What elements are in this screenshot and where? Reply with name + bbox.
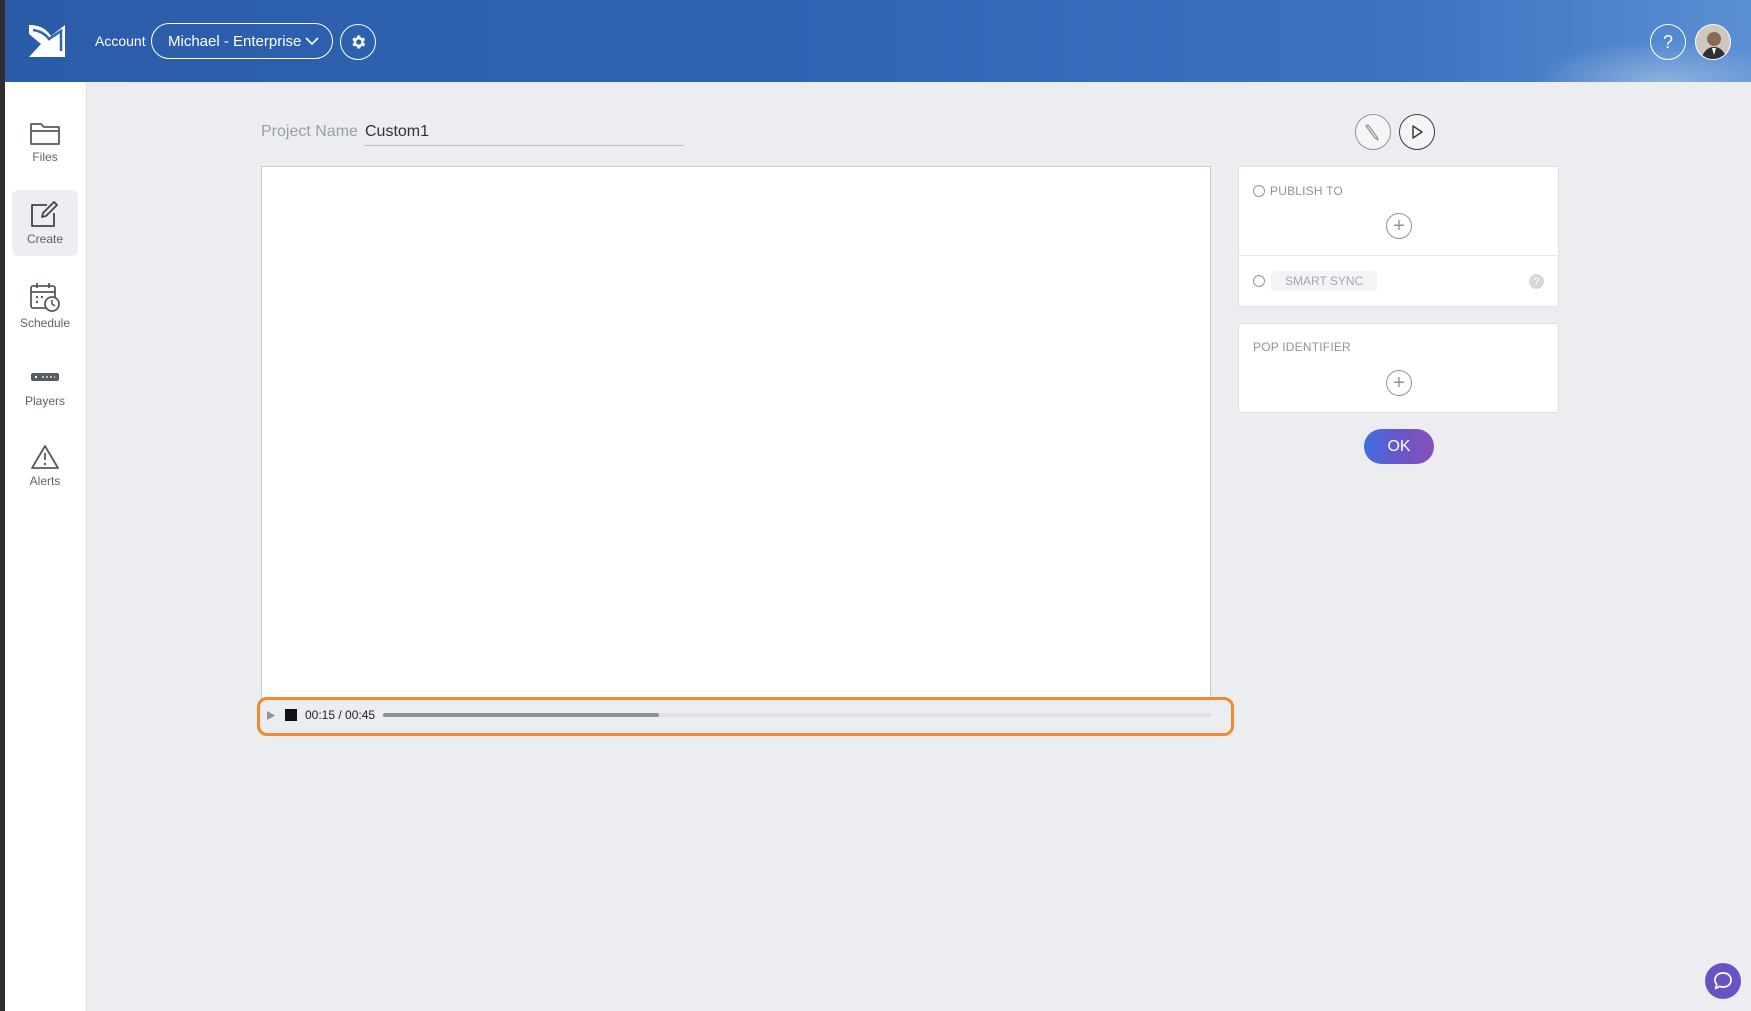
- plus-icon: +: [1393, 372, 1405, 394]
- account-select-value: Michael - Enterprise: [168, 32, 302, 50]
- publish-to-radio[interactable]: [1253, 185, 1265, 197]
- player-play-button[interactable]: [264, 708, 278, 722]
- sidebar-item-create[interactable]: Create: [12, 190, 78, 256]
- calendar-clock-icon: [30, 283, 60, 312]
- player-stop-button[interactable]: [285, 709, 297, 721]
- media-player-bar: 00:15 / 00:45: [261, 703, 1211, 727]
- player-device-icon: [31, 373, 59, 381]
- user-avatar[interactable]: [1695, 24, 1731, 60]
- player-progress-fill: [383, 713, 659, 717]
- preview-play-button[interactable]: [1399, 114, 1435, 150]
- plus-icon: +: [1393, 215, 1405, 237]
- add-publish-target-button[interactable]: +: [1386, 213, 1412, 239]
- publish-panel: PUBLISH TO + SMART SYNC ?: [1238, 166, 1559, 307]
- ok-button[interactable]: OK: [1364, 429, 1434, 464]
- account-select[interactable]: Michael - Enterprise: [151, 23, 333, 59]
- play-triangle-icon: [267, 710, 275, 720]
- warning-icon: [31, 445, 59, 469]
- panel-divider: [1239, 255, 1558, 256]
- settings-button[interactable]: [340, 24, 376, 60]
- smart-sync-help-label: ?: [1533, 275, 1540, 288]
- sidebar-item-players[interactable]: Players: [12, 354, 78, 420]
- app-frame: Account Michael - Enterprise ? Files Cre…: [5, 0, 1751, 1011]
- help-icon: ?: [1662, 31, 1673, 52]
- smart-sync-label: SMART SYNC: [1271, 271, 1378, 291]
- sidebar-item-alerts[interactable]: Alerts: [12, 434, 78, 500]
- help-button[interactable]: ?: [1650, 24, 1686, 60]
- preview-canvas[interactable]: [261, 166, 1211, 700]
- add-pop-identifier-button[interactable]: +: [1386, 370, 1412, 396]
- smart-sync-radio[interactable]: [1253, 275, 1265, 287]
- sidebar-item-label: Create: [26, 232, 64, 246]
- sidebar-item-label: Schedule: [19, 316, 71, 330]
- sidebar-item-files[interactable]: Files: [12, 110, 78, 176]
- folder-icon: [30, 123, 60, 145]
- sidebar-item-label: Players: [24, 394, 65, 408]
- top-header: Account Michael - Enterprise ?: [5, 0, 1751, 82]
- gear-icon: [352, 35, 366, 49]
- sidebar: Files Create Schedule Players Alerts: [5, 82, 87, 1011]
- edit-tool-button[interactable]: [1355, 114, 1391, 150]
- chat-bubble-icon: [1714, 972, 1732, 990]
- project-name-input[interactable]: [364, 118, 684, 146]
- chevron-down-icon: [305, 37, 319, 46]
- sidebar-item-schedule[interactable]: Schedule: [12, 272, 78, 338]
- publish-to-title: PUBLISH TO: [1270, 184, 1343, 198]
- pop-identifier-title: POP IDENTIFIER: [1253, 340, 1351, 354]
- sidebar-item-label: Alerts: [29, 474, 61, 488]
- pencil-icon: [1365, 124, 1379, 141]
- play-icon: [1412, 125, 1423, 139]
- edit-square-icon: [31, 201, 58, 227]
- project-name-label: Project Name: [261, 123, 358, 140]
- question-icon[interactable]: ?: [1529, 274, 1544, 289]
- account-label: Account: [95, 33, 146, 49]
- sidebar-item-label: Files: [32, 150, 58, 164]
- chat-support-button[interactable]: [1705, 963, 1741, 999]
- player-progress-track[interactable]: [383, 713, 1211, 717]
- brand-logo[interactable]: [27, 22, 67, 60]
- pop-identifier-panel: POP IDENTIFIER +: [1238, 323, 1559, 413]
- player-time-readout: 00:15 / 00:45: [305, 708, 376, 722]
